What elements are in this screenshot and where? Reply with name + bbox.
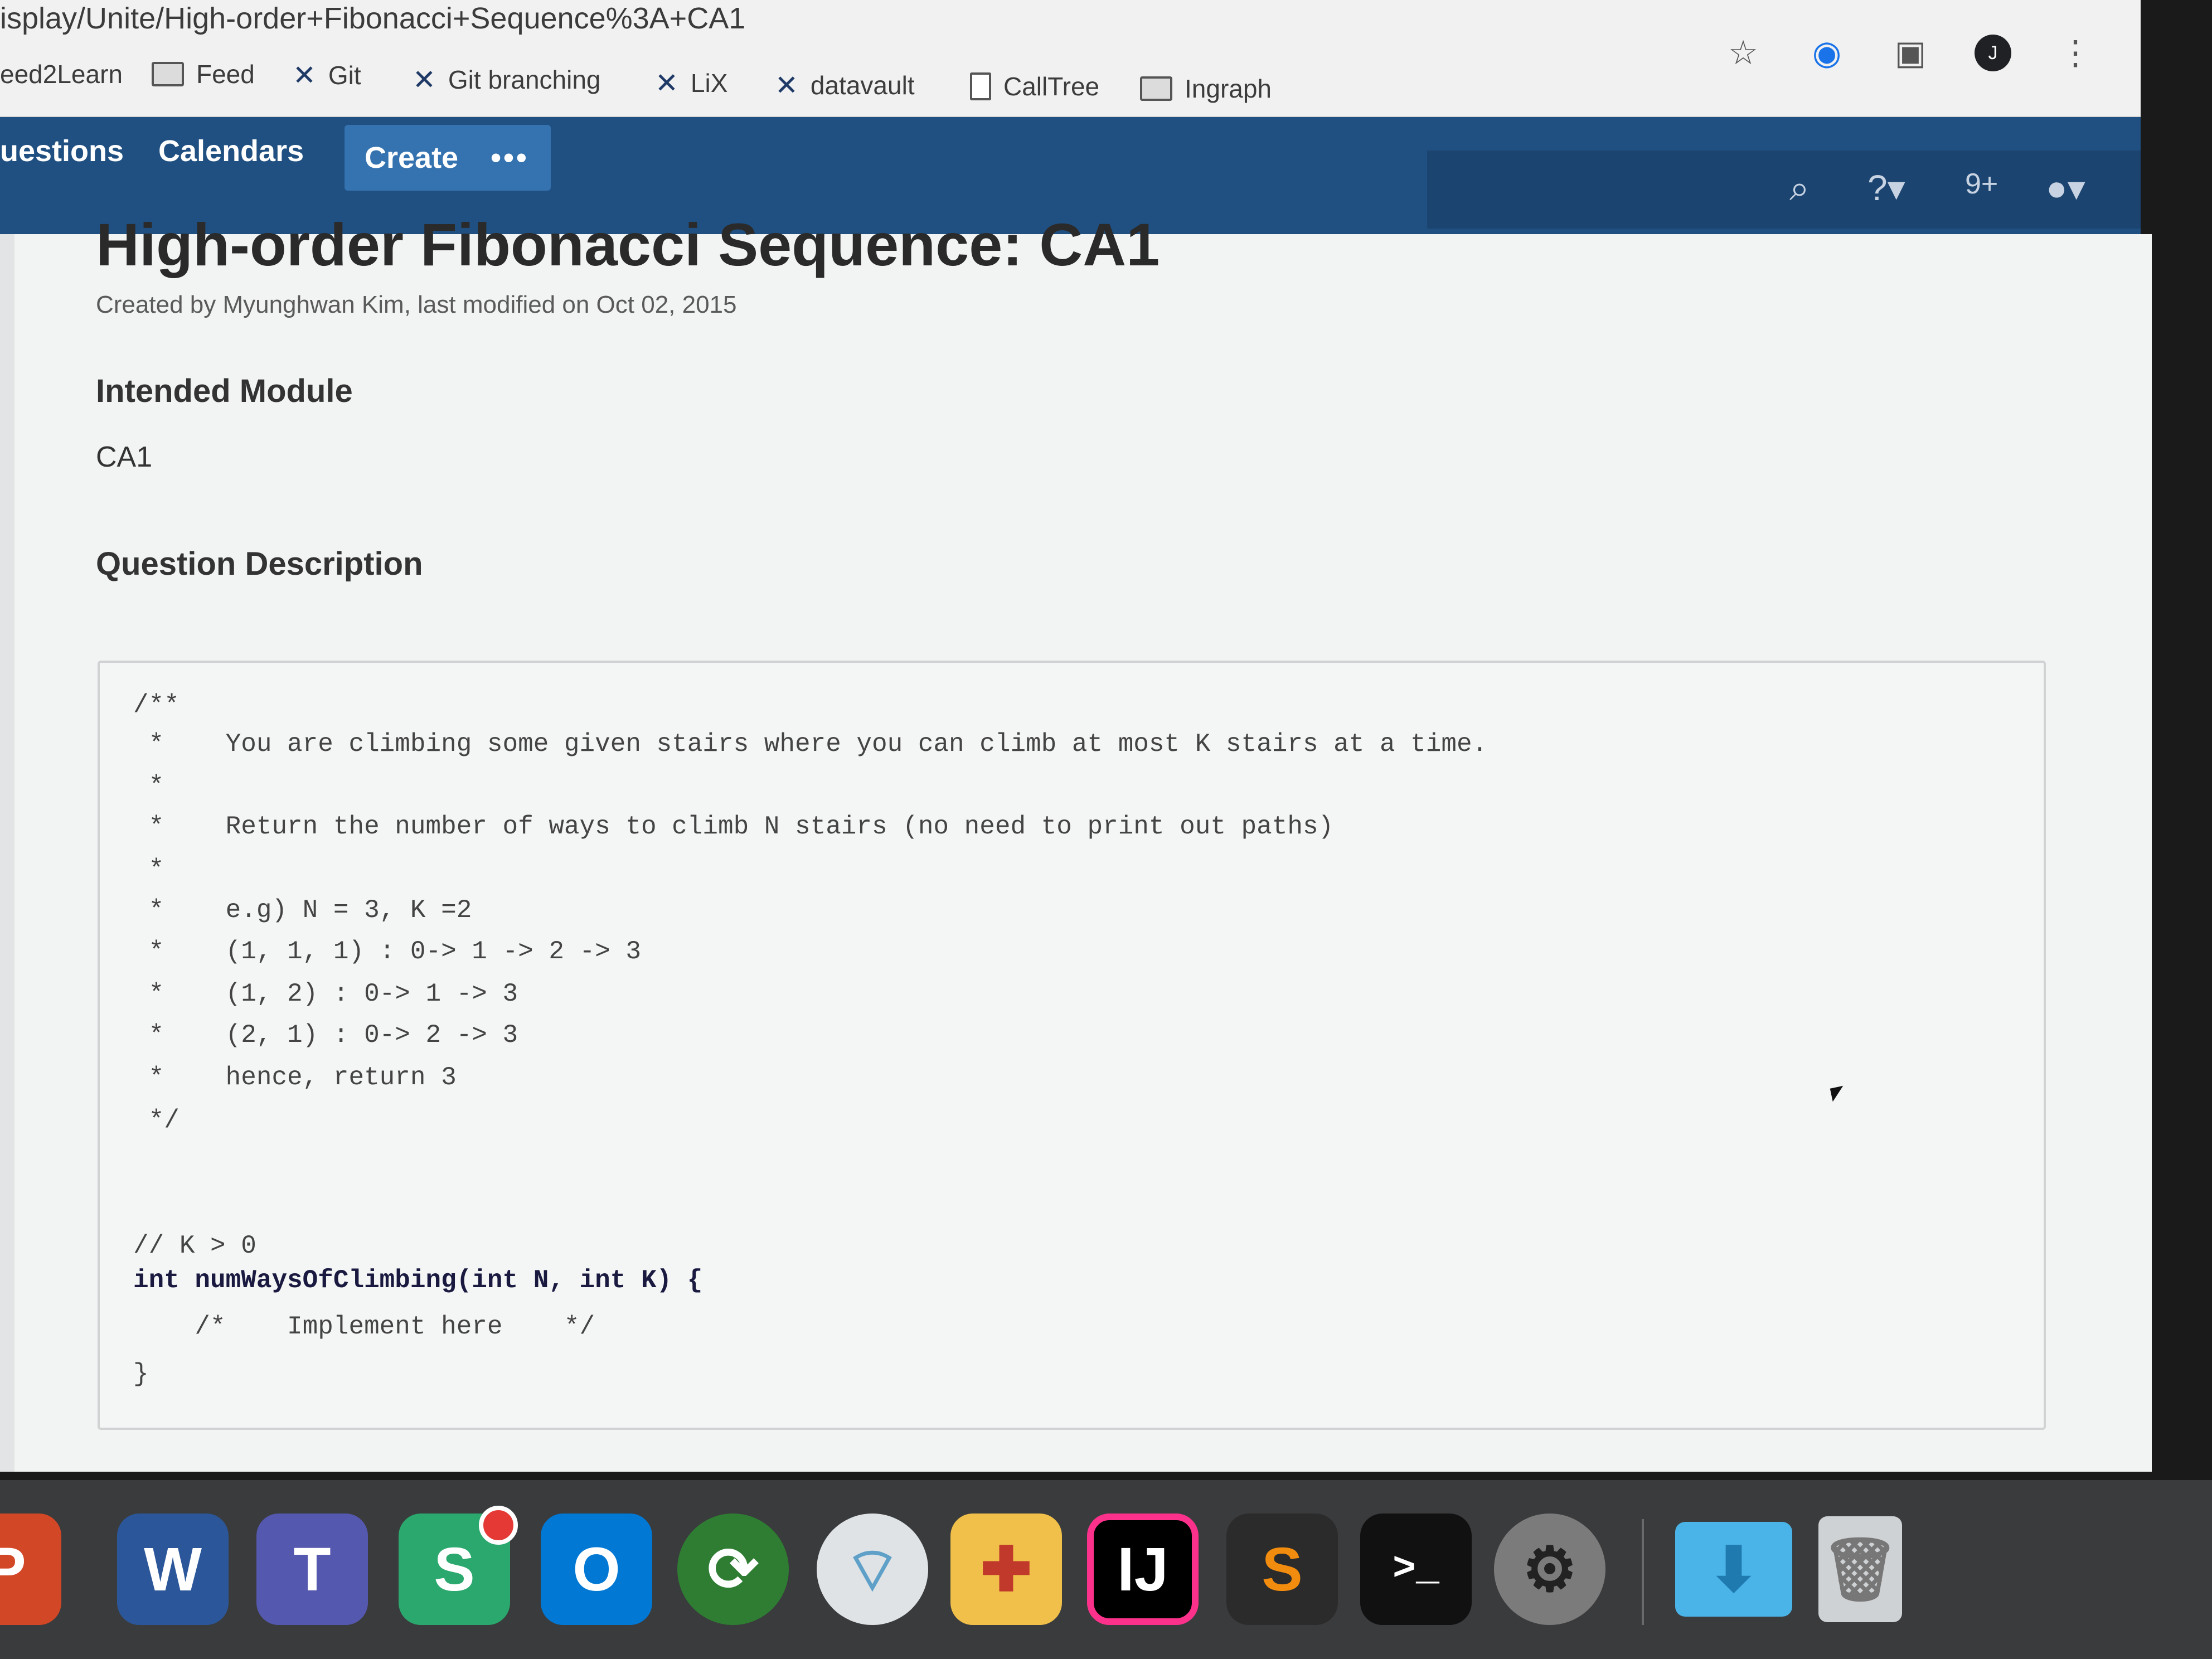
kebab-menu-icon[interactable]: ⋮ [2056,33,2095,72]
help-icon[interactable]: ?▾ [1867,167,1905,209]
nav-right-tools: ⌕ ?▾ 9+ ●▾ [1427,151,2141,229]
code-line: * hence, return 3 [133,1063,457,1092]
trash-icon[interactable]: 🗑 [1818,1516,1902,1622]
downloads-folder-icon[interactable]: ⬇ [1675,1522,1792,1617]
code-line: * (2, 1) : 0-> 2 -> 3 [133,1021,518,1050]
vpn-icon[interactable]: ⟳ [677,1514,789,1625]
browser-toolbar-icons: ☆ ◉ ▣ J ⋮ [1724,33,2095,72]
linkedin-x-icon: ✕ [655,67,678,99]
url-text[interactable]: isplay/Unite/High-order+Fibonacci+Sequen… [0,1,745,36]
mouse-cursor [1830,1085,1846,1102]
code-line: */ [133,1106,180,1135]
dock-separator [1642,1519,1644,1625]
code-line: // K > 0 [133,1231,256,1260]
page-title: High-order Fibonacci Sequence: CA1 [96,211,1160,278]
nav-questions[interactable]: uestions [0,134,124,168]
notification-badge [479,1506,518,1545]
bookmark-feed[interactable]: Feed [152,59,255,89]
search-icon[interactable]: ⌕ [1789,167,1810,209]
bookmark-lix[interactable]: ✕ LiX [655,67,727,99]
code-line: * (1, 2) : 0-> 1 -> 3 [133,979,518,1008]
star-icon[interactable]: ☆ [1724,33,1763,72]
bookmark-label: Ingraph [1185,74,1272,103]
slack-icon[interactable]: S [399,1506,518,1625]
code-line: * You are climbing some given stairs whe… [133,730,1488,759]
code-block: /** * You are climbing some given stairs… [98,661,2046,1430]
notifications-icon[interactable]: 9+ [1965,167,1998,201]
bookmark-git-branching[interactable]: ✕ Git branching [413,64,601,96]
bookmark-label: eed2Learn [0,60,123,89]
page-content: High-order Fibonacci Sequence: CA1 Creat… [0,211,2152,1472]
left-gutter [0,234,14,1472]
code-line: * [133,855,164,884]
system-preferences-icon[interactable]: ⚙ [1494,1514,1605,1625]
outlook-icon[interactable]: O [541,1514,652,1625]
code-line: /* Implement here */ [133,1312,595,1341]
powerpoint-icon[interactable]: P [0,1514,61,1625]
linkedin-x-icon: ✕ [775,70,798,101]
bookmark-label: Git branching [448,65,601,94]
self-service-icon[interactable]: ✚ [950,1514,1062,1625]
folder-icon [152,62,184,86]
code-line: * [133,772,164,801]
code-line: } [133,1360,149,1389]
code-line: * Return the number of ways to climb N s… [133,812,1334,841]
linkedin-x-icon: ✕ [413,64,436,95]
page-icon [970,72,991,100]
section-heading-question-description: Question Description [96,546,423,582]
bookmark-git[interactable]: ✕ Git [293,59,361,91]
bookmark-datavault[interactable]: ✕ datavault [775,69,915,101]
code-line: * e.g) N = 3, K =2 [133,896,472,925]
code-line: /** [133,691,180,720]
linkedin-x-icon: ✕ [293,60,316,91]
extension-circle-icon[interactable]: ◉ [1807,33,1846,72]
wifi-icon[interactable]: ⌔ [817,1514,928,1625]
bookmark-label: CallTree [1003,72,1100,101]
bookmark-ingraph[interactable]: Ingraph [1140,74,1272,104]
page-byline: Created by Myunghwan Kim, last modified … [96,291,737,318]
extension-icon[interactable]: ▣ [1891,33,1930,72]
section-heading-intended-module: Intended Module [96,373,353,409]
bookmark-label: LiX [690,69,728,98]
profile-avatar[interactable]: J [1975,35,2011,71]
create-button-group: Create ••• [345,125,551,191]
intended-module-value: CA1 [96,441,153,473]
bookmark-calltree[interactable]: CallTree [970,71,1099,101]
bookmark-eed2learn[interactable]: eed2Learn [0,59,123,89]
create-button[interactable]: Create [365,140,458,175]
more-options-button[interactable]: ••• [491,140,529,175]
intellij-icon[interactable]: IJ [1087,1514,1199,1625]
nav-calendars[interactable]: Calendars [158,134,304,168]
bookmark-label: Feed [196,60,255,89]
folder-icon [1140,76,1172,101]
dock: P W T S O ⟳ ⌔ ✚ IJ S >_ ⚙ ⬇ 🗑 [0,1480,2212,1659]
word-icon[interactable]: W [117,1514,229,1625]
terminal-icon[interactable]: >_ [1360,1514,1472,1625]
user-menu-icon[interactable]: ●▾ [2046,167,2085,209]
teams-icon[interactable]: T [256,1514,368,1625]
code-line: * (1, 1, 1) : 0-> 1 -> 2 -> 3 [133,937,641,966]
sublime-icon[interactable]: S [1226,1514,1338,1625]
bookmark-label: datavault [810,71,915,100]
notification-count: 9+ [1965,168,1998,200]
bookmark-label: Git [328,61,361,90]
code-line: int numWaysOfClimbing(int N, int K) { [133,1266,703,1295]
